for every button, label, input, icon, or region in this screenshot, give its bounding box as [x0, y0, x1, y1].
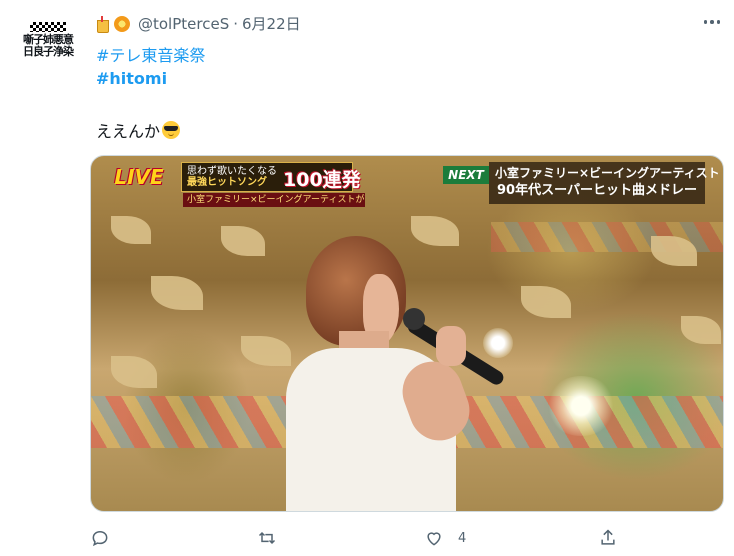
more-dot-icon	[716, 20, 721, 24]
leaf-decor	[241, 336, 291, 366]
share-button[interactable]	[598, 528, 618, 548]
tweet-header: @tolPterceS · 6月22日	[96, 13, 301, 34]
more-options-button[interactable]	[700, 12, 724, 32]
sunglasses-emoji-icon	[162, 121, 181, 139]
next-info: 小室ファミリー×ビーイングアーティスト 90年代スーパーヒット曲メドレー	[489, 162, 720, 204]
leaf-decor	[221, 226, 265, 256]
leaf-decor	[151, 276, 203, 310]
hashtag-link[interactable]: #テレ東音楽祭	[96, 42, 205, 66]
retweet-button[interactable]	[257, 528, 291, 548]
tweet-media-image[interactable]: LIVE 思わず歌いたくなる 最強ヒットソング 100連発 小室ファミリー×ビー…	[90, 155, 724, 512]
share-icon	[601, 529, 615, 545]
heart-icon	[427, 532, 441, 546]
next-line-2: 90年代スーパーヒット曲メドレー	[497, 183, 697, 198]
more-dot-icon	[703, 20, 708, 24]
leaf-decor	[681, 316, 721, 344]
like-count: 4	[458, 530, 467, 546]
avatar[interactable]: 噺子姉悪意日良子浄染	[18, 10, 78, 70]
live-badge: LIVE	[114, 165, 164, 189]
leaf-decor	[521, 286, 571, 318]
user-handle[interactable]: @tolPterceS	[138, 15, 229, 33]
banner-subtitle: 小室ファミリー×ビーイングアーティストが夢の共演	[183, 193, 365, 207]
reply-icon	[92, 530, 108, 547]
reply-button[interactable]	[90, 528, 124, 548]
leaf-decor	[111, 216, 151, 244]
next-line-1: 小室ファミリー×ビーイングアーティスト	[495, 166, 720, 180]
microphone-head	[403, 308, 425, 330]
performer-hand	[436, 326, 466, 366]
retweet-icon	[258, 531, 276, 545]
tweet-text: ええんか	[96, 118, 181, 142]
leaf-decor	[411, 216, 459, 246]
stage-lamp	[483, 328, 513, 358]
leaf-decor	[111, 356, 157, 388]
more-dot-icon	[710, 20, 714, 24]
like-button[interactable]: 4	[424, 528, 466, 548]
tweet-text-content: ええんか	[96, 122, 161, 141]
tweet-date[interactable]: 6月22日	[242, 13, 301, 34]
flower-emoji-icon	[114, 15, 130, 32]
drink-emoji-icon	[96, 15, 109, 33]
stage-light	[546, 376, 616, 436]
hashtag-link[interactable]: #hitomi	[96, 69, 167, 88]
banner-count: 100連発	[283, 168, 361, 191]
next-label: NEXT	[443, 166, 489, 184]
avatar-text: 噺子姉悪意日良子浄染	[23, 33, 74, 58]
avatar-pattern	[30, 22, 66, 32]
separator-dot: ·	[233, 14, 238, 33]
tweet-action-bar: 4	[0, 528, 734, 550]
